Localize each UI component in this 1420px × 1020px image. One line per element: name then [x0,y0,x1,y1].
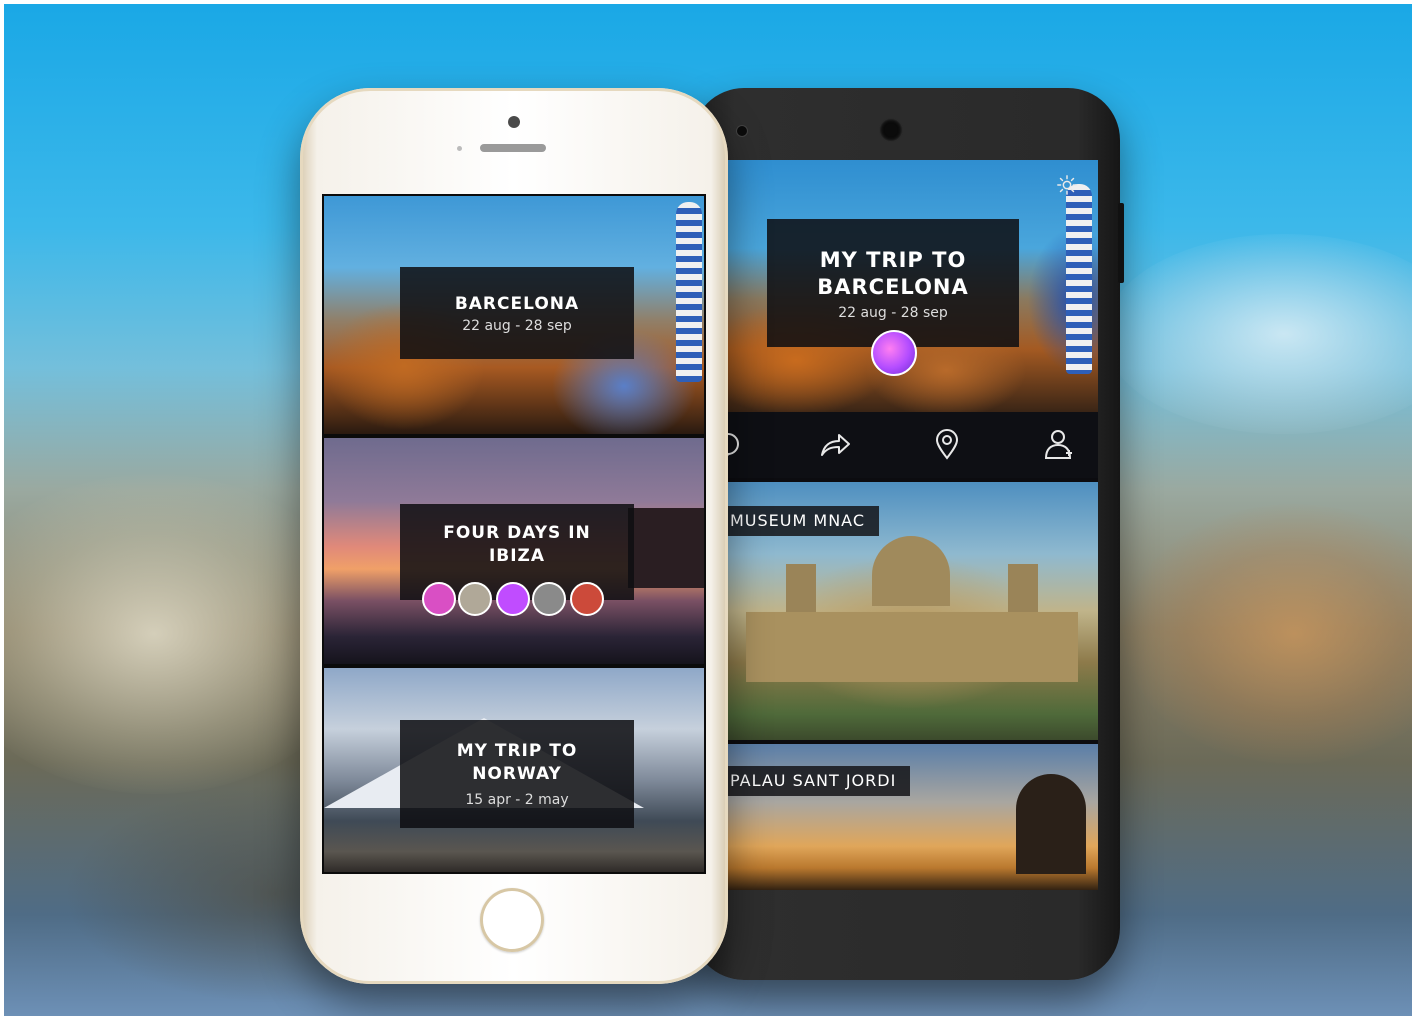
action-toolbar [726,412,1098,478]
tower-image [1066,184,1092,374]
background-blur [1124,504,1412,764]
palace-dome [872,536,950,606]
tree-silhouette [1016,774,1086,874]
home-button[interactable] [480,888,544,952]
avatar[interactable] [458,582,492,616]
chat-icon[interactable] [726,427,748,461]
trip-dates: 22 aug - 28 sep [462,318,572,334]
proximity-sensor [457,146,462,151]
android-phone: MY TRIP TO BARCELONA 22 aug - 28 sep MUS… [692,88,1124,980]
avatar[interactable] [422,582,456,616]
trip-dates: 15 apr - 2 may [465,792,569,808]
avatar[interactable] [496,582,530,616]
trip-header-image: MY TRIP TO BARCELONA 22 aug - 28 sep [726,160,1098,412]
place-card-mnac[interactable]: MUSEUM MNAC [726,482,1098,740]
trip-card-norway[interactable]: MY TRIP TO NORWAY 15 apr - 2 may [324,668,704,872]
trip-title: MY TRIP TO BARCELONA [817,248,969,299]
power-button [1118,203,1124,283]
trip-title-card: BARCELONA 22 aug - 28 sep [400,267,634,359]
place-card-palau[interactable]: PALAU SANT JORDI [726,744,1098,890]
trip-card-barcelona[interactable]: BARCELONA 22 aug - 28 sep [324,196,704,434]
trip-title: MY TRIP TO NORWAY [456,741,578,784]
share-icon[interactable] [818,427,852,461]
location-pin-icon[interactable] [930,427,964,461]
building-silhouette [628,508,704,588]
trip-dates: 22 aug - 28 sep [838,305,948,321]
front-camera [508,116,520,128]
trip-title: BARCELONA [454,294,580,314]
place-label: PALAU SANT JORDI [726,766,911,796]
trip-card-ibiza[interactable]: FOUR DAYS IN IBIZA [324,438,704,664]
avatar[interactable] [532,582,566,616]
front-camera [879,118,903,142]
background-blur [1104,234,1412,434]
gear-icon[interactable] [1056,174,1078,196]
android-screen: MY TRIP TO BARCELONA 22 aug - 28 sep MUS… [726,160,1098,890]
avatar[interactable] [570,582,604,616]
palace-facade [746,612,1078,682]
earpiece-speaker [480,144,546,152]
trip-title-card: MY TRIP TO BARCELONA 22 aug - 28 sep [767,219,1019,347]
user-icon[interactable] [1042,427,1076,461]
avatar[interactable] [871,330,917,376]
trip-title-card: MY TRIP TO NORWAY 15 apr - 2 may [400,720,634,828]
trip-title: FOUR DAYS IN IBIZA [443,523,591,566]
iphone: BARCELONA 22 aug - 28 sep FOUR DAYS IN I… [300,88,728,984]
proximity-sensor [736,125,748,137]
iphone-screen: BARCELONA 22 aug - 28 sep FOUR DAYS IN I… [322,194,706,874]
mockup-background: MY TRIP TO BARCELONA 22 aug - 28 sep MUS… [4,4,1412,1016]
tower-image [676,202,702,382]
place-label: MUSEUM MNAC [726,506,879,536]
